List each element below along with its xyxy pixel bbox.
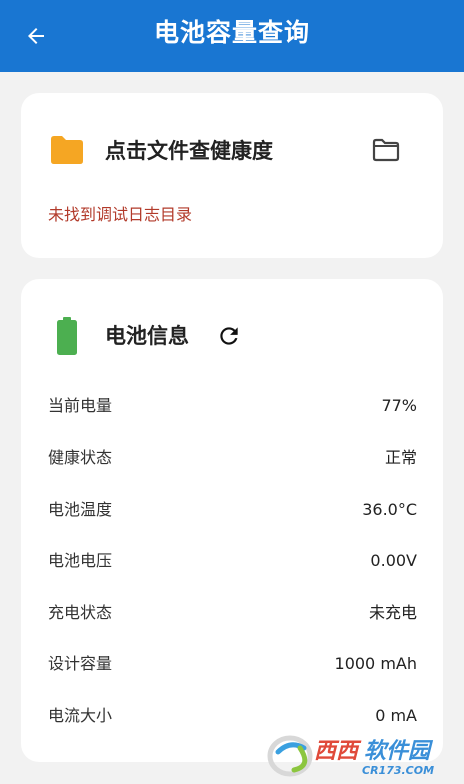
info-value: 36.0°C xyxy=(362,500,417,519)
battery-info-card: 电池信息 当前电量 77% 健康状态 正常 电池温度 36.0°C 电池电压 0… xyxy=(21,279,443,762)
info-label: 设计容量 xyxy=(48,654,113,673)
info-row-health: 健康状态 正常 xyxy=(48,443,417,473)
folder-filled-icon xyxy=(49,135,85,169)
files-card[interactable]: 点击文件查健康度 未找到调试日志目录 xyxy=(21,93,443,258)
files-card-title[interactable]: 点击文件查健康度 xyxy=(105,135,273,167)
refresh-button[interactable] xyxy=(214,321,244,351)
info-label: 电池温度 xyxy=(48,500,113,519)
files-status-text: 未找到调试日志目录 xyxy=(48,205,193,224)
info-row-design-capacity: 设计容量 1000 mAh xyxy=(48,649,417,679)
info-row-temperature: 电池温度 36.0°C xyxy=(48,495,417,525)
svg-text:西西: 西西 xyxy=(314,739,362,764)
info-label: 电池电压 xyxy=(48,551,113,570)
battery-icon xyxy=(57,317,77,359)
info-row-battery-level: 当前电量 77% xyxy=(48,391,417,421)
info-value: 1000 mAh xyxy=(334,654,417,673)
info-label: 充电状态 xyxy=(48,603,113,622)
info-value: 0.00V xyxy=(370,551,417,570)
info-label: 电流大小 xyxy=(48,706,113,725)
app-bar: 电池容量查询 xyxy=(0,0,464,72)
info-label: 当前电量 xyxy=(48,396,113,415)
open-folder-button[interactable] xyxy=(369,133,403,167)
page-title: 电池容量查询 xyxy=(153,18,310,47)
folder-outline-icon xyxy=(372,138,400,162)
info-row-charging-status: 充电状态 未充电 xyxy=(48,598,417,628)
info-value: 77% xyxy=(381,396,417,415)
site-watermark-logo: 西西 软件园 CR173.COM xyxy=(264,726,460,780)
info-value: 未充电 xyxy=(368,603,417,622)
refresh-icon xyxy=(220,327,238,345)
svg-text:CR173.COM: CR173.COM xyxy=(362,764,434,777)
info-value: 正常 xyxy=(384,448,417,467)
info-label: 健康状态 xyxy=(48,448,113,467)
info-row-voltage: 电池电压 0.00V xyxy=(48,546,417,576)
battery-info-title: 电池信息 xyxy=(105,324,189,348)
svg-text:软件园: 软件园 xyxy=(364,739,434,764)
